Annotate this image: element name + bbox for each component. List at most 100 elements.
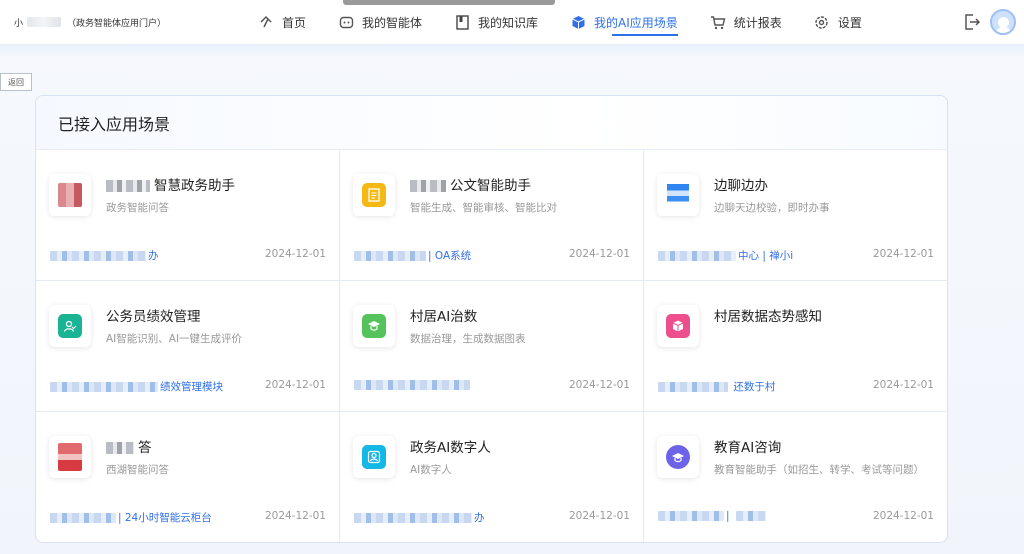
document-icon — [362, 183, 386, 207]
nav-item-settings[interactable]: 设置 — [814, 0, 862, 44]
card-footer: | 24小时智能云柜台 2024-12-01 — [50, 510, 326, 526]
card-footer: 办 2024-12-01 — [50, 248, 326, 264]
scenario-icon — [353, 305, 395, 347]
card-tag[interactable]: 办 — [354, 510, 485, 525]
card-tag[interactable]: 还数于村 — [658, 379, 775, 394]
card-tag-text: | — [726, 510, 730, 522]
top-navigation-bar: 小 （政务智能体应用门户） 首页 我的智能体 我的知识库 我的AI应用场景 统计… — [0, 0, 1024, 44]
avatar[interactable] — [990, 9, 1016, 35]
card-date: 2024-12-01 — [568, 248, 630, 260]
nav-item-my-agents[interactable]: 我的智能体 — [338, 0, 422, 44]
back-button[interactable]: 返回 — [0, 73, 32, 91]
card-tag-text: 还数于村 — [733, 381, 776, 393]
graduation-badge-icon — [362, 314, 386, 338]
card-title: 智慧政务助手 — [106, 174, 235, 194]
redacted-text — [50, 382, 158, 392]
scenario-card-education-ai[interactable]: 教育AI咨询 教育智能助手（如招生、转学、考试等问题） | 2024-12-01 — [644, 412, 947, 542]
card-tag[interactable]: 中心 | 禅小i — [658, 248, 793, 263]
brand-suffix: （政务智能体应用门户） — [67, 18, 167, 29]
card-tag-text: 办 — [474, 512, 485, 524]
redacted-text — [106, 442, 134, 454]
scenario-card-performance-management[interactable]: 公务员绩效管理 AI智能识别、AI一键生成评价 绩效管理模块 2024-12-0… — [36, 281, 340, 412]
card-date: 2024-12-01 — [872, 379, 934, 391]
nav-label: 我的知识库 — [478, 15, 539, 30]
card-desc: 教育智能助手（如招生、转学、考试等问题） — [714, 464, 924, 476]
scenario-card-smart-gov-assistant[interactable]: 智慧政务助手 政务智能问答 办 2024-12-01 — [36, 150, 340, 281]
card-desc: 边聊天边校验，即时办事 — [714, 202, 830, 214]
card-title: 教育AI咨询 — [714, 440, 782, 456]
card-title: 公务员绩效管理 — [106, 309, 201, 325]
box-icon — [666, 314, 690, 338]
header-shadow — [0, 44, 1024, 58]
logout-icon[interactable] — [963, 13, 981, 31]
scenario-card-gov-digital-human[interactable]: 政务AI数字人 AI数字人 办 2024-12-01 — [340, 412, 644, 542]
redacted-text — [735, 511, 766, 521]
card-date: 2024-12-01 — [568, 510, 630, 522]
card-title: 村居AI治数 — [410, 309, 478, 325]
scenario-card-xihu-answer[interactable]: 答 西湖智能问答 | 24小时智能云柜台 2024-12-01 — [36, 412, 340, 542]
cube-icon — [570, 14, 586, 30]
card-footer: | 2024-12-01 — [658, 510, 934, 526]
brand-title: 小 （政务智能体应用门户） — [14, 14, 166, 30]
digital-human-icon — [362, 445, 386, 469]
scenario-icon — [657, 174, 699, 216]
scenario-icon — [657, 436, 699, 478]
redacted-logo-icon — [58, 183, 82, 207]
card-date: 2024-12-01 — [264, 248, 326, 260]
card-desc: AI智能识别、AI一键生成评价 — [106, 333, 243, 345]
home-icon — [258, 14, 274, 30]
card-date: 2024-12-01 — [872, 248, 934, 260]
redacted-text — [658, 382, 728, 392]
brand-prefix: 小 — [14, 18, 24, 29]
nav-item-home[interactable]: 首页 — [258, 0, 306, 44]
redacted-text — [354, 380, 470, 390]
scenario-icon — [49, 305, 91, 347]
card-date: 2024-12-01 — [568, 379, 630, 391]
nav-item-ai-scenarios[interactable]: 我的AI应用场景 — [570, 0, 678, 44]
nav-item-knowledge-base[interactable]: 我的知识库 — [454, 0, 538, 44]
card-tag[interactable] — [354, 379, 472, 391]
card-title: 政务AI数字人 — [410, 440, 491, 456]
book-icon — [454, 14, 470, 30]
card-date: 2024-12-01 — [264, 510, 326, 522]
redacted-text — [50, 513, 116, 523]
card-desc: AI数字人 — [410, 464, 452, 476]
scenarios-panel: 已接入应用场景 智慧政务助手 政务智能问答 办 2024-12-01 公文智能助… — [35, 95, 948, 543]
card-date: 2024-12-01 — [264, 379, 326, 391]
redacted-text — [658, 251, 736, 261]
scenario-card-chat-and-handle[interactable]: 边聊边办 边聊天边校验，即时办事 中心 | 禅小i 2024-12-01 — [644, 150, 947, 281]
card-tag[interactable]: | — [658, 510, 768, 522]
nav-label: 统计报表 — [733, 15, 782, 30]
nav-label: 首页 — [282, 15, 307, 30]
chat-icon — [667, 184, 689, 206]
gear-icon — [814, 14, 830, 30]
card-tag[interactable]: | OA系统 — [354, 248, 471, 263]
card-tag[interactable]: 办 — [50, 248, 159, 263]
avatar-body — [995, 27, 1012, 33]
card-date: 2024-12-01 — [872, 510, 934, 522]
scenario-card-village-ai-data[interactable]: 村居AI治数 数据治理，生成数据图表 2024-12-01 — [340, 281, 644, 412]
scenario-card-document-assistant[interactable]: 公文智能助手 智能生成、智能审核、智能比对 | OA系统 2024-12-01 — [340, 150, 644, 281]
card-tag[interactable]: 绩效管理模块 — [50, 379, 223, 394]
card-tag-text: | 24小时智能云柜台 — [118, 512, 212, 524]
card-tag-text: 绩效管理模块 — [160, 381, 223, 393]
scenario-card-village-data-awareness[interactable]: 村居数据态势感知 还数于村 2024-12-01 — [644, 281, 947, 412]
nav-item-statistics[interactable]: 统计报表 — [710, 0, 782, 44]
scenario-icon — [657, 305, 699, 347]
main-nav: 首页 我的智能体 我的知识库 我的AI应用场景 统计报表 设置 — [258, 0, 894, 44]
card-tag-text: | OA系统 — [428, 250, 472, 262]
card-title-text: 公文智能助手 — [450, 178, 531, 194]
card-footer: 2024-12-01 — [354, 379, 630, 395]
card-tag[interactable]: | 24小时智能云柜台 — [50, 510, 212, 525]
redacted-text — [106, 180, 150, 192]
user-check-icon — [58, 314, 82, 338]
redacted-text — [658, 511, 724, 521]
panel-title: 已接入应用场景 — [36, 96, 947, 150]
scenario-icon — [49, 174, 91, 216]
card-tag-text: 办 — [148, 250, 159, 262]
redacted-logo-icon — [58, 443, 82, 471]
scenario-icon — [353, 436, 395, 478]
card-footer: 绩效管理模块 2024-12-01 — [50, 379, 326, 395]
card-desc: 西湖智能问答 — [106, 464, 169, 476]
scenario-grid: 智慧政务助手 政务智能问答 办 2024-12-01 公文智能助手 智能生成、智… — [36, 150, 947, 542]
